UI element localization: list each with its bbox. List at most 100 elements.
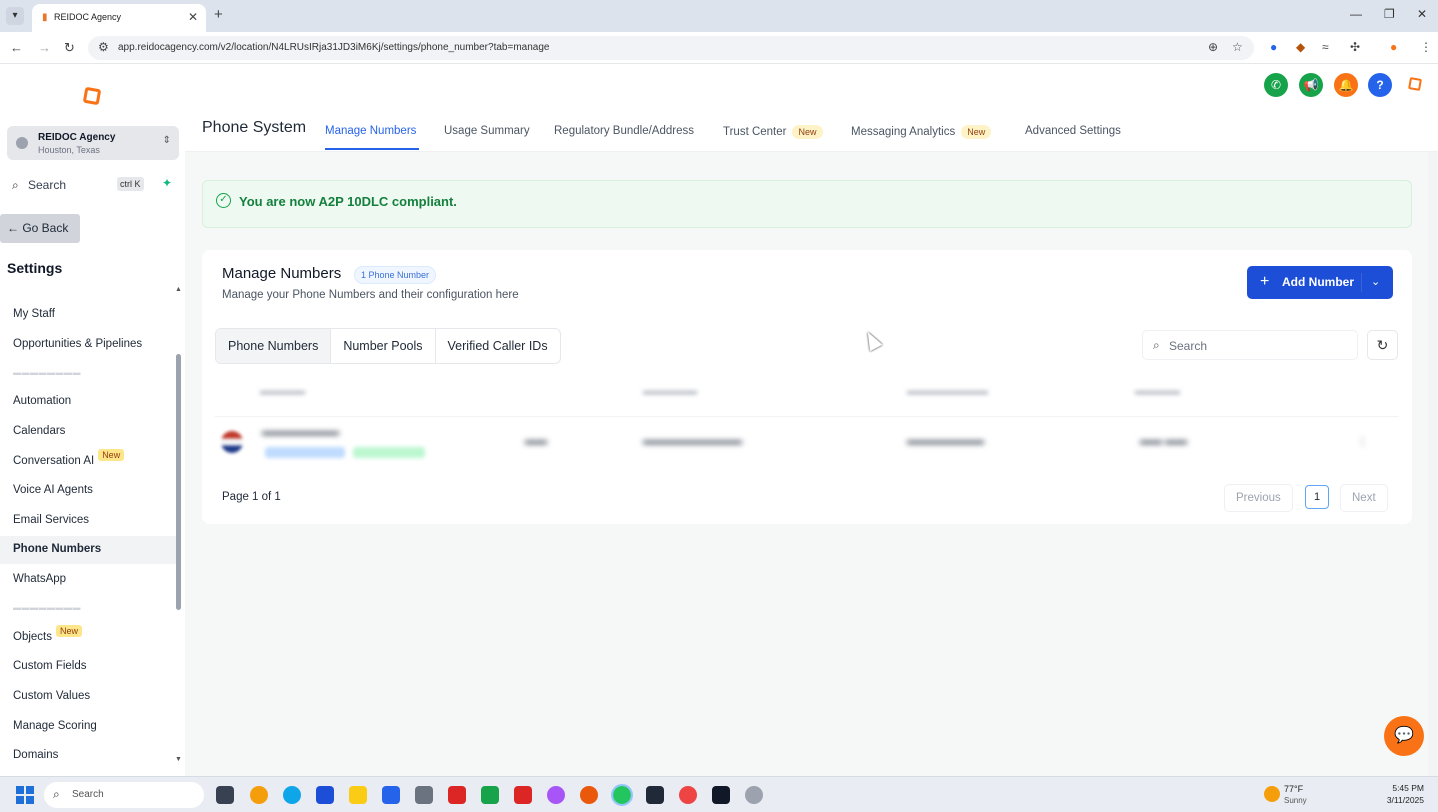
tab-list-icon[interactable]: ▾ bbox=[6, 7, 24, 25]
go-back-button[interactable]: ← Go Back bbox=[0, 214, 80, 243]
sidebar-item-domains[interactable]: Domains bbox=[13, 749, 58, 761]
search-input[interactable]: ⌕ Search bbox=[1142, 330, 1358, 360]
redacted-forwarding: ▬▬▬▬▬▬▬ bbox=[907, 435, 984, 447]
sidebar-item-objects[interactable]: Objects New bbox=[13, 625, 83, 643]
browser-menu-icon[interactable]: ⋮ bbox=[1420, 40, 1432, 54]
clock-time[interactable]: 5:45 PM bbox=[1380, 783, 1424, 793]
page-number-button[interactable]: 1 bbox=[1305, 485, 1329, 509]
tab-verified-caller-ids[interactable]: Verified Caller IDs bbox=[436, 329, 560, 363]
extension-icon[interactable]: ≈ bbox=[1322, 40, 1329, 54]
windows-start-icon[interactable] bbox=[16, 786, 34, 804]
tab-usage-summary[interactable]: Usage Summary bbox=[444, 125, 530, 137]
row-actions-icon[interactable]: ⋮ bbox=[1357, 435, 1368, 448]
extension-icon[interactable]: ◆ bbox=[1296, 40, 1305, 54]
forward-icon[interactable]: → bbox=[38, 40, 51, 55]
tab-close-icon[interactable]: ✕ bbox=[188, 10, 198, 24]
back-icon[interactable]: ← bbox=[10, 40, 23, 55]
powerpoint-icon[interactable] bbox=[448, 786, 466, 804]
redacted-capabilities: ▬▬ ▬▬ bbox=[1140, 435, 1188, 447]
brand-logo-icon[interactable] bbox=[1408, 77, 1422, 91]
new-tab-icon[interactable]: + bbox=[214, 6, 223, 23]
sidebar-item-manage-scoring[interactable]: Manage Scoring bbox=[13, 720, 97, 732]
add-number-label: Add Number bbox=[1282, 275, 1354, 289]
refresh-button[interactable]: ↻ bbox=[1367, 330, 1398, 360]
number-type-tabs: Phone Numbers Number Pools Verified Call… bbox=[215, 328, 561, 364]
slack-icon[interactable] bbox=[547, 786, 565, 804]
help-icon[interactable]: ? bbox=[1368, 73, 1392, 97]
ai-sparkle-icon[interactable]: ✦ bbox=[162, 176, 172, 190]
word-icon[interactable] bbox=[382, 786, 400, 804]
chrome-icon[interactable] bbox=[611, 784, 633, 806]
account-switcher[interactable]: REIDOC Agency Houston, Texas ⇕ bbox=[7, 126, 179, 160]
section-heading-business-services: ▬▬▬▬▬▬▬▬ bbox=[13, 368, 81, 377]
extensions-puzzle-icon[interactable]: ✣ bbox=[1350, 40, 1360, 54]
previous-page-button[interactable]: Previous bbox=[1224, 484, 1293, 512]
copilot-icon[interactable] bbox=[250, 786, 268, 804]
scroll-up-icon[interactable]: ▲ bbox=[175, 286, 182, 293]
tab-phone-numbers[interactable]: Phone Numbers bbox=[216, 329, 332, 363]
card-subtitle: Manage your Phone Numbers and their conf… bbox=[222, 289, 519, 301]
profile-avatar-icon[interactable]: ● bbox=[1390, 40, 1397, 54]
browser-tab[interactable]: ▮ REIDOC Agency ✕ bbox=[32, 4, 206, 32]
tab-messaging-analytics[interactable]: Messaging Analytics New bbox=[851, 125, 992, 139]
tab-manage-numbers[interactable]: Manage Numbers bbox=[325, 125, 416, 137]
sidebar-item-phone-numbers[interactable]: Phone Numbers bbox=[0, 536, 176, 564]
window-close-icon[interactable]: ✕ bbox=[1417, 7, 1427, 21]
table-header: ▬▬▬▬▬ ▬▬▬▬▬▬ ▬▬▬▬▬▬▬▬▬ ▬▬▬▬▬ bbox=[215, 378, 1399, 404]
add-number-button[interactable]: + Add Number ⌄ bbox=[1247, 266, 1393, 299]
minimize-icon[interactable]: — bbox=[1350, 7, 1362, 21]
sidebar-scrollbar[interactable] bbox=[176, 354, 181, 610]
sidebar-item-whatsapp[interactable]: WhatsApp bbox=[13, 573, 66, 585]
megaphone-icon[interactable]: 📢 bbox=[1299, 73, 1323, 97]
tab-advanced-settings[interactable]: Advanced Settings bbox=[1025, 125, 1121, 137]
tab-number-pools[interactable]: Number Pools bbox=[331, 329, 436, 363]
sidebar-item-voice-ai[interactable]: Voice AI Agents bbox=[13, 484, 93, 496]
table-row[interactable]: ▬▬▬▬▬▬▬ ▬▬ ▬▬▬▬▬▬▬▬▬ ▬▬▬▬▬▬▬ ▬▬ ▬▬ ⋮ bbox=[215, 416, 1399, 464]
edge-icon[interactable] bbox=[283, 786, 301, 804]
phone-icon[interactable]: ✆ bbox=[1264, 73, 1288, 97]
chevron-down-icon[interactable]: ⌄ bbox=[1371, 275, 1380, 288]
calculator-icon[interactable] bbox=[415, 786, 433, 804]
sidebar-item-opportunities[interactable]: Opportunities & Pipelines bbox=[13, 338, 142, 350]
sidebar-item-custom-fields[interactable]: Custom Fields bbox=[13, 660, 87, 672]
bell-icon[interactable]: 🔔 bbox=[1334, 73, 1358, 97]
tab-trust-center[interactable]: Trust Center New bbox=[723, 125, 823, 139]
next-page-button[interactable]: Next bbox=[1340, 484, 1388, 512]
sidebar-item-calendars[interactable]: Calendars bbox=[13, 425, 65, 437]
search-icon: ⌕ bbox=[1153, 338, 1160, 352]
chat-widget-icon[interactable]: 💬 bbox=[1384, 716, 1424, 756]
sidebar-item-email-services[interactable]: Email Services bbox=[13, 514, 89, 526]
restore-icon[interactable]: ❐ bbox=[1384, 7, 1395, 21]
sun-icon bbox=[1264, 786, 1280, 802]
sidebar-item-my-staff[interactable]: My Staff bbox=[13, 308, 55, 320]
sidebar-item-automation[interactable]: Automation bbox=[13, 395, 71, 407]
tab-label: Trust Center bbox=[723, 126, 787, 138]
outlook-icon[interactable] bbox=[316, 786, 334, 804]
column-header-blurred: ▬▬▬▬▬▬ bbox=[643, 386, 697, 396]
taskbar-search[interactable]: ⌕ Search bbox=[44, 782, 204, 808]
zoho-icon[interactable] bbox=[514, 786, 532, 804]
extension-icon[interactable]: ● bbox=[1270, 40, 1277, 54]
reload-icon[interactable]: ↻ bbox=[64, 40, 75, 56]
tab-regulatory-bundle[interactable]: Regulatory Bundle/Address bbox=[554, 125, 694, 137]
clock-date[interactable]: 3/11/2025 bbox=[1380, 795, 1424, 805]
app-logo[interactable] bbox=[82, 86, 102, 106]
sidebar-item-conversation-ai[interactable]: Conversation AI New bbox=[13, 449, 125, 467]
sidebar-item-label: Calendars bbox=[13, 425, 66, 437]
zoom-icon[interactable]: ⊕ bbox=[1208, 40, 1218, 54]
excel-icon[interactable] bbox=[481, 786, 499, 804]
screen-capture-icon[interactable] bbox=[646, 786, 664, 804]
sidebar-search[interactable]: ⌕ Search ctrl K ✦ bbox=[12, 176, 177, 196]
app-icon[interactable] bbox=[679, 786, 697, 804]
scroll-down-icon[interactable]: ▼ bbox=[175, 756, 182, 763]
url-field[interactable]: ⚙ app.reidocagency.com/v2/location/N4LRU… bbox=[88, 36, 1254, 60]
firefox-icon[interactable] bbox=[580, 786, 598, 804]
sticky-notes-icon[interactable] bbox=[712, 786, 730, 804]
task-view-icon[interactable] bbox=[216, 786, 234, 804]
bookmark-star-icon[interactable]: ☆ bbox=[1232, 40, 1243, 54]
microphone-icon[interactable] bbox=[745, 786, 763, 804]
file-explorer-icon[interactable] bbox=[349, 786, 367, 804]
site-info-icon[interactable]: ⚙ bbox=[98, 40, 109, 54]
browser-tabbar: ▾ ▮ REIDOC Agency ✕ + — ❐ ✕ bbox=[0, 0, 1438, 32]
sidebar-item-custom-values[interactable]: Custom Values bbox=[13, 690, 90, 702]
